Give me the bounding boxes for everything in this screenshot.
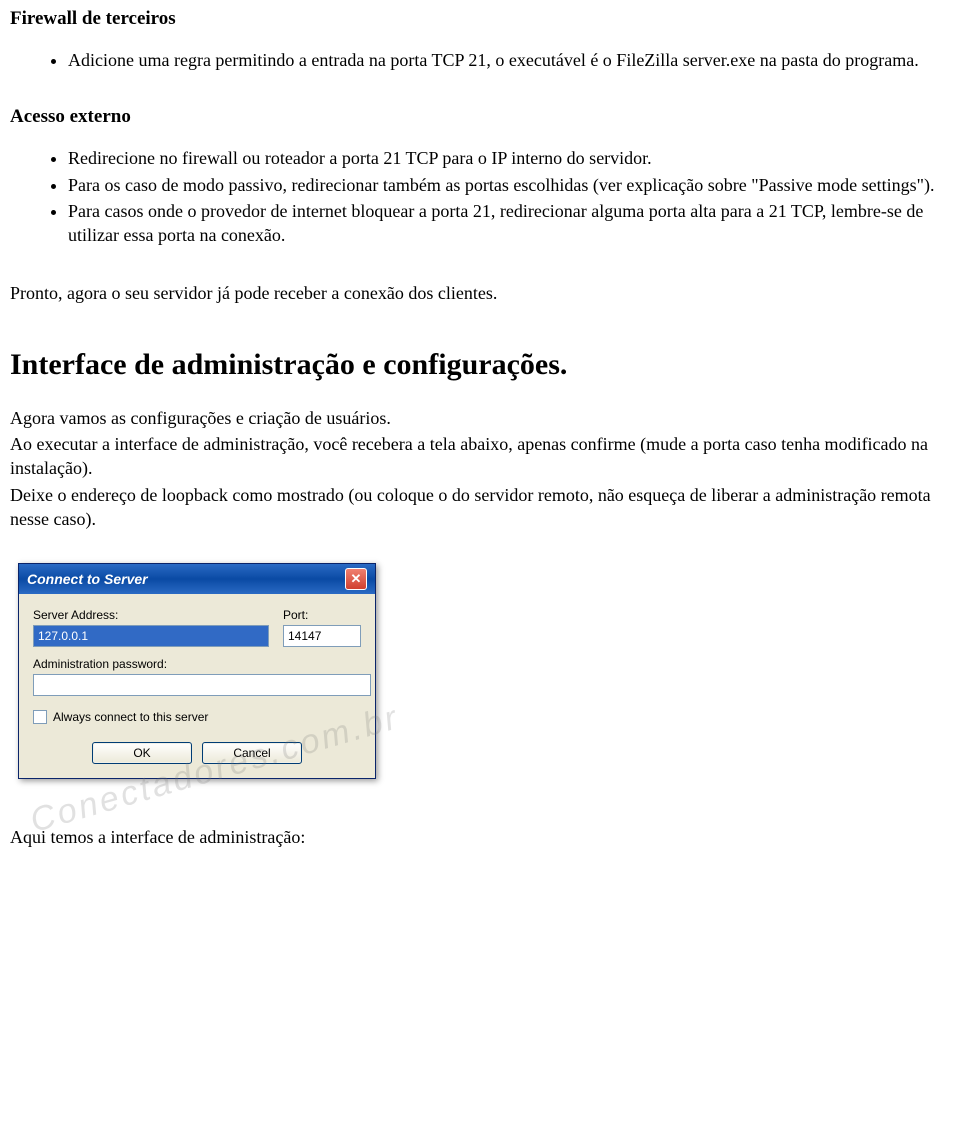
dialog-screenshot: Connect to Server ✕ Server Address: Port… xyxy=(18,563,376,779)
connect-dialog: Connect to Server ✕ Server Address: Port… xyxy=(18,563,376,779)
dialog-body: Server Address: Port: Administration pas… xyxy=(19,594,375,778)
list-item: Redirecione no firewall ou roteador a po… xyxy=(68,146,950,170)
ok-button[interactable]: OK xyxy=(92,742,192,764)
admin-password-label: Administration password: xyxy=(33,657,361,671)
paragraph-config-1: Agora vamos as configurações e criação d… xyxy=(10,406,950,430)
port-label: Port: xyxy=(283,608,361,622)
bullet-list-firewall: Adicione uma regra permitindo a entrada … xyxy=(10,48,950,72)
server-address-label: Server Address: xyxy=(33,608,269,622)
close-icon: ✕ xyxy=(351,571,362,587)
heading-interface-admin: Interface de administração e configuraçõ… xyxy=(10,348,950,382)
paragraph-after-dialog: Aqui temos a interface de administração: xyxy=(10,825,950,849)
bullet-list-acesso: Redirecione no firewall ou roteador a po… xyxy=(10,146,950,247)
paragraph-ready: Pronto, agora o seu servidor já pode rec… xyxy=(10,281,950,305)
server-address-input[interactable] xyxy=(33,625,269,647)
list-item: Para os caso de modo passivo, redirecion… xyxy=(68,173,950,197)
always-connect-label: Always connect to this server xyxy=(53,710,208,724)
heading-acesso-externo: Acesso externo xyxy=(10,106,950,128)
heading-firewall-terceiros: Firewall de terceiros xyxy=(10,8,950,30)
always-connect-checkbox[interactable] xyxy=(33,710,47,724)
list-item: Para casos onde o provedor de internet b… xyxy=(68,199,950,248)
admin-password-input[interactable] xyxy=(33,674,371,696)
close-button[interactable]: ✕ xyxy=(345,568,367,590)
list-item: Adicione uma regra permitindo a entrada … xyxy=(68,48,950,72)
paragraph-config-3: Deixe o endereço de loopback como mostra… xyxy=(10,483,950,532)
dialog-titlebar: Connect to Server ✕ xyxy=(19,564,375,594)
port-input[interactable] xyxy=(283,625,361,647)
dialog-title: Connect to Server xyxy=(27,571,148,587)
cancel-button[interactable]: Cancel xyxy=(202,742,302,764)
paragraph-config-2: Ao executar a interface de administração… xyxy=(10,432,950,481)
